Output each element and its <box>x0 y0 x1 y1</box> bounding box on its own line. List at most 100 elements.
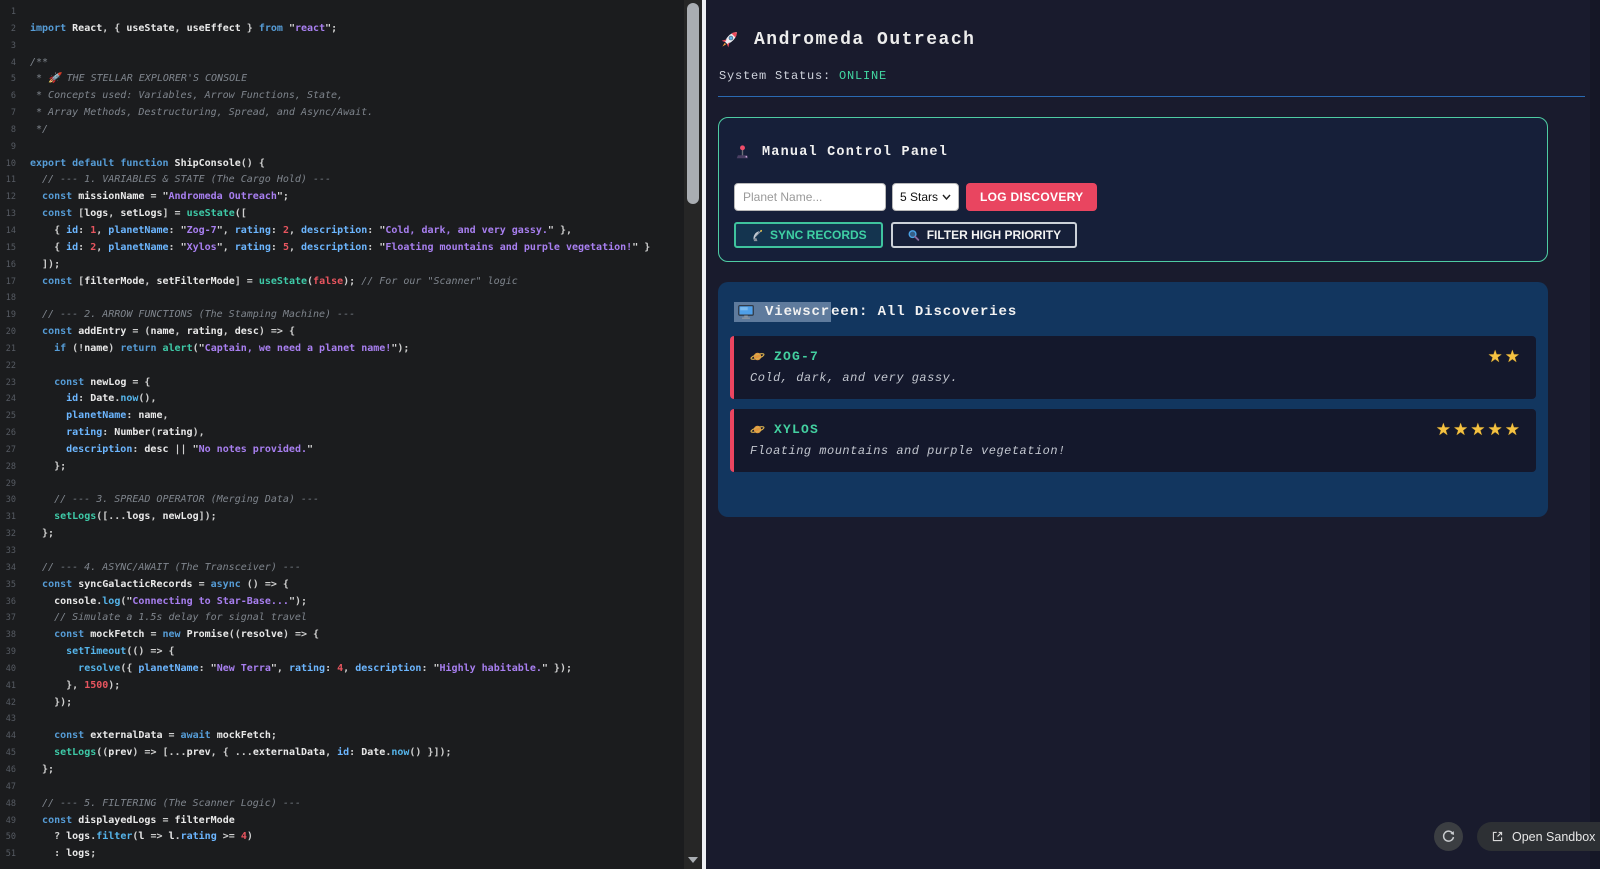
line-number: 24 <box>5 394 16 405</box>
code-line[interactable]: 12 const missionName = "Andromeda Outrea… <box>0 189 684 206</box>
refresh-icon <box>1442 830 1455 842</box>
code-line[interactable]: 43 <box>0 711 684 728</box>
viewscreen-heading-selected: Viewscr <box>765 304 831 320</box>
code-line[interactable]: 39 setTimeout(() => { <box>0 644 684 661</box>
satellite-dish-icon <box>753 229 763 241</box>
code-line[interactable]: 1 <box>0 4 684 21</box>
line-number: 16 <box>5 259 16 270</box>
code-line[interactable]: 28 }; <box>0 459 684 476</box>
code-line[interactable]: 45 setLogs((prev) => [...prev, { ...exte… <box>0 745 684 762</box>
planet-name-input[interactable] <box>734 183 886 211</box>
code-line[interactable]: 14 { id: 1, planetName: "Zog-7", rating:… <box>0 223 684 240</box>
code-line[interactable]: 8 */ <box>0 122 684 139</box>
code-line[interactable]: 25 planetName: name, <box>0 408 684 425</box>
star-rating: ★★★★★ <box>1435 420 1522 440</box>
code-line[interactable]: 46 }; <box>0 762 684 779</box>
line-number: 6 <box>10 91 16 102</box>
code-line[interactable]: 50 ? logs.filter(l => l.rating >= 4) <box>0 829 684 846</box>
code-line[interactable]: 20 const addEntry = (name, rating, desc)… <box>0 324 684 341</box>
code-line[interactable]: 33 <box>0 543 684 560</box>
code-line[interactable]: 15 { id: 2, planetName: "Xylos", rating:… <box>0 240 684 257</box>
preview-pane: Andromeda Outreach System Status: ONLINE… <box>706 0 1600 869</box>
code-line[interactable]: 18 <box>0 290 684 307</box>
scroll-down-button[interactable] <box>684 853 702 867</box>
log-discovery-button[interactable]: LOG DISCOVERY <box>966 183 1098 211</box>
code-line[interactable]: 34 // --- 4. ASYNC/AWAIT (The Transceive… <box>0 560 684 577</box>
open-sandbox-button[interactable]: Open Sandbox <box>1477 822 1600 851</box>
code-line[interactable]: 29 <box>0 476 684 493</box>
line-number: 44 <box>5 731 16 742</box>
star-rating: ★★ <box>1487 347 1522 367</box>
code-editor-pane[interactable]: 1 2 import React, { useState, useEffect } … <box>0 0 684 869</box>
line-number: 32 <box>5 529 16 540</box>
sync-records-button[interactable]: SYNC RECORDS <box>734 222 883 248</box>
line-number: 15 <box>5 242 16 253</box>
code-line[interactable]: 19 // --- 2. ARROW FUNCTIONS (The Stampi… <box>0 307 684 324</box>
code-line[interactable]: 9 <box>0 139 684 156</box>
editor-scrollbar-thumb[interactable] <box>687 3 699 204</box>
code-line[interactable]: 31 setLogs([...logs, newLog]); <box>0 509 684 526</box>
code-line[interactable]: 27 description: desc || "No notes provid… <box>0 442 684 459</box>
planet-name: ZOG-7 <box>750 349 1520 364</box>
code-line[interactable]: 10 export default function ShipConsole() … <box>0 156 684 173</box>
line-number: 29 <box>5 478 16 489</box>
code-line[interactable]: 38 const mockFetch = new Promise((resolv… <box>0 627 684 644</box>
code-line[interactable]: 6 * Concepts used: Variables, Arrow Func… <box>0 88 684 105</box>
editor-scrollbar[interactable] <box>684 0 702 869</box>
line-number: 5 <box>10 74 16 85</box>
code-line[interactable]: 4/** <box>0 55 684 72</box>
line-number: 41 <box>5 680 16 691</box>
line-number: 20 <box>5 327 16 338</box>
code-line[interactable]: 44 const externalData = await mockFetch; <box>0 728 684 745</box>
code-line[interactable]: 16 ]); <box>0 257 684 274</box>
code-line[interactable]: 23 const newLog = { <box>0 375 684 392</box>
line-number: 40 <box>5 663 16 674</box>
code-line[interactable]: 22 <box>0 358 684 375</box>
planet-description: Cold, dark, and very gassy. <box>750 371 958 385</box>
line-number: 22 <box>5 360 16 371</box>
code-line[interactable]: 40 resolve({ planetName: "New Terra", ra… <box>0 661 684 678</box>
code-line[interactable]: 36 console.log("Connecting to Star-Base.… <box>0 594 684 611</box>
rocket-icon <box>721 32 737 48</box>
line-number: 35 <box>5 579 16 590</box>
code-line[interactable]: 24 id: Date.now(), <box>0 391 684 408</box>
status-value: ONLINE <box>839 69 888 83</box>
code-line[interactable]: 5 * 🚀 THE STELLAR EXPLORER'S CONSOLE <box>0 71 684 88</box>
discovery-list: ZOG-7 Cold, dark, and very gassy. ★★ XYLOS F… <box>730 336 1536 472</box>
code-line[interactable]: 51 : logs; <box>0 846 684 863</box>
code-line[interactable]: 47 <box>0 779 684 796</box>
rating-select[interactable]: 5 Stars <box>892 183 959 211</box>
header-divider <box>718 96 1585 97</box>
rating-select-value: 5 Stars <box>900 190 939 204</box>
code-line[interactable]: 35 const syncGalacticRecords = async () … <box>0 577 684 594</box>
code-line[interactable]: 11 // --- 1. VARIABLES & STATE (The Carg… <box>0 172 684 189</box>
line-number: 37 <box>5 613 16 624</box>
preview-scrollbar-track[interactable] <box>1590 0 1600 869</box>
external-link-icon <box>1492 831 1503 842</box>
code-line[interactable]: 37 // Simulate a 1.5s delay for signal t… <box>0 610 684 627</box>
code-line[interactable]: 26 rating: Number(rating), <box>0 425 684 442</box>
code-line[interactable]: 3 <box>0 38 684 55</box>
code-line[interactable]: 7 * Array Methods, Destructuring, Spread… <box>0 105 684 122</box>
code-line[interactable]: 17 const [filterMode, setFilterMode] = u… <box>0 274 684 291</box>
code-lines: 1 2 import React, { useState, useEffect } … <box>0 4 684 863</box>
code-line[interactable]: 13 const [logs, setLogs] = useState([ <box>0 206 684 223</box>
ringed-planet-icon <box>750 425 765 434</box>
open-sandbox-label: Open Sandbox <box>1512 829 1596 844</box>
code-line[interactable]: 30 // --- 3. SPREAD OPERATOR (Merging Da… <box>0 492 684 509</box>
line-number: 38 <box>5 630 16 641</box>
code-line[interactable]: 2 import React, { useState, useEffect } f… <box>0 21 684 38</box>
line-number: 28 <box>5 461 16 472</box>
line-number: 47 <box>5 781 16 792</box>
code-line[interactable]: 41 }, 1500); <box>0 678 684 695</box>
code-line[interactable]: 32 }; <box>0 526 684 543</box>
code-line[interactable]: 21 if (!name) return alert("Captain, we … <box>0 341 684 358</box>
line-number: 50 <box>5 832 16 843</box>
code-line[interactable]: 48 // --- 5. FILTERING (The Scanner Logi… <box>0 796 684 813</box>
code-line[interactable]: 42 }); <box>0 695 684 712</box>
refresh-button[interactable] <box>1434 822 1463 851</box>
code-line[interactable]: 49 const displayedLogs = filterMode <box>0 813 684 830</box>
line-number: 7 <box>10 108 16 119</box>
monitor-icon <box>738 304 754 319</box>
filter-high-priority-button[interactable]: FILTER HIGH PRIORITY <box>890 222 1078 248</box>
